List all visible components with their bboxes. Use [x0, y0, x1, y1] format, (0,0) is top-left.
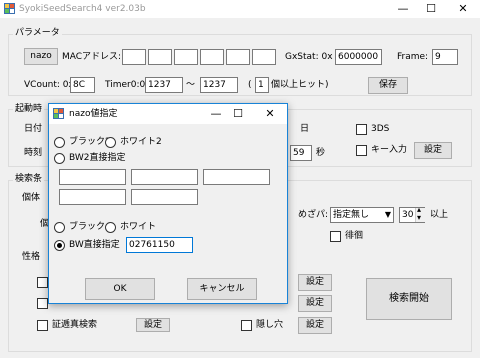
vcount-field[interactable]: 8C [70, 77, 95, 93]
app-icon [4, 3, 15, 14]
dialog-icon [53, 108, 64, 119]
maximize-button[interactable]: ☐ [414, 0, 448, 17]
dialog-maximize-button[interactable]: ☐ [221, 105, 255, 122]
mac-address-field-4[interactable] [200, 49, 224, 65]
nature-label: 性格 [22, 252, 41, 262]
key-input-label: キー入力 [371, 145, 408, 155]
search-option-checkbox-1[interactable] [37, 277, 48, 288]
vcount-label: VCount: 0x [24, 80, 74, 90]
search-option-checkbox-2[interactable] [37, 298, 48, 309]
wandering-label: 徘徊 [345, 231, 364, 241]
params-group-label: パラメータ [13, 28, 62, 39]
hidden-power-value: 指定無し [333, 210, 370, 220]
search-start-button[interactable]: 検索開始 [366, 278, 452, 320]
radio-bw2-direct-label: BW2直接指定 [69, 153, 126, 163]
ok-button[interactable]: OK [85, 278, 155, 300]
radio-black[interactable] [54, 222, 65, 233]
hidden-hollow-checkbox[interactable] [241, 320, 252, 331]
dialog-title-bar: nazo値指定 — ☐ ✕ [49, 104, 287, 124]
time-label: 時刻 [24, 148, 43, 158]
min-value-suffix: 以上 [430, 210, 449, 220]
radio-bw-direct[interactable] [54, 240, 65, 251]
chain-label: 証逓真検索 [52, 320, 98, 330]
radio-bw-direct-label: BW直接指定 [69, 240, 120, 250]
timer0-range-tilde: 〜 [186, 80, 196, 90]
seconds-field[interactable]: 59 [290, 145, 312, 161]
mac-address-label: MACアドレス: [62, 52, 122, 62]
hidden-hollow-label: 隠し穴 [256, 320, 284, 330]
save-button[interactable]: 保存 [368, 77, 408, 94]
bw2-field-1[interactable] [59, 169, 126, 185]
bw2-field-5[interactable] [131, 189, 198, 205]
mac-address-field-1[interactable] [122, 49, 146, 65]
startup-group-label: 起動時 [13, 104, 45, 115]
mac-address-field-5[interactable] [226, 49, 250, 65]
settings-button-3[interactable]: 設定 [298, 317, 332, 334]
hidden-power-select[interactable]: 指定無し ▼ [330, 207, 394, 223]
gxstat-field[interactable]: 6000000 [335, 49, 382, 65]
day-suffix: 日 [300, 124, 310, 134]
3ds-label: 3DS [371, 124, 390, 134]
radio-bw2-direct[interactable] [54, 153, 65, 164]
min-value-spinner[interactable] [415, 205, 425, 222]
nazo-dialog: nazo値指定 — ☐ ✕ ブラック2 ホワイト2 BW2直接指定 ブラック ホ… [48, 103, 288, 304]
wandering-checkbox[interactable] [330, 231, 341, 242]
radio-white[interactable] [105, 222, 116, 233]
radio-black-label: ブラック [69, 222, 106, 232]
hit-count-field[interactable]: 1 [255, 77, 269, 93]
seconds-suffix: 秒 [316, 148, 326, 158]
3ds-checkbox[interactable] [356, 124, 367, 135]
dialog-close-button[interactable]: ✕ [253, 105, 287, 122]
timer0-from-field[interactable]: 1237 [145, 77, 183, 93]
cancel-button[interactable]: キャンセル [187, 278, 257, 300]
nazo-button[interactable]: nazo [24, 48, 58, 65]
frame-label: Frame: [397, 52, 429, 62]
bw2-field-2[interactable] [131, 169, 198, 185]
window-title: SyokiSeedSearch4 ver2.03b [19, 4, 146, 14]
gxstat-label: GxStat: 0x [285, 52, 333, 62]
close-button[interactable]: ✕ [446, 0, 480, 17]
timer0-to-field[interactable]: 1237 [200, 77, 238, 93]
date-label: 日付 [24, 124, 43, 134]
key-input-checkbox[interactable] [356, 145, 367, 156]
main-title-bar: SyokiSeedSearch4 ver2.03b — ☐ ✕ [0, 0, 480, 18]
radio-white-label: ホワイト [120, 222, 157, 232]
mac-address-field-2[interactable] [148, 49, 172, 65]
timer0-label: Timer0:0x [105, 80, 151, 90]
chain-settings-button[interactable]: 設定 [136, 318, 170, 332]
chevron-down-icon: ▼ [384, 210, 391, 219]
radio-white2-label: ホワイト2 [120, 137, 162, 147]
hidden-power-label: めざパ: [298, 210, 329, 220]
mac-address-field-6[interactable] [252, 49, 276, 65]
individual-label: 個体 [22, 193, 41, 203]
chain-checkbox[interactable] [37, 320, 48, 331]
settings-button-1[interactable]: 設定 [298, 274, 332, 291]
bw-direct-field[interactable]: 02761150 [126, 237, 193, 253]
bw2-field-3[interactable] [203, 169, 270, 185]
dialog-title: nazo値指定 [69, 109, 118, 119]
hit-count-suffix: 個以上ヒット) [271, 80, 329, 90]
mac-address-field-3[interactable] [174, 49, 198, 65]
radio-black2[interactable] [54, 137, 65, 148]
frame-field[interactable]: 9 [432, 49, 458, 65]
search-group-label: 検索条 [13, 174, 45, 185]
bw2-field-4[interactable] [59, 189, 126, 205]
radio-white2[interactable] [105, 137, 116, 148]
settings-button-2[interactable]: 設定 [298, 295, 332, 312]
count-paren: ( [248, 80, 252, 90]
key-settings-button[interactable]: 設定 [414, 142, 452, 159]
